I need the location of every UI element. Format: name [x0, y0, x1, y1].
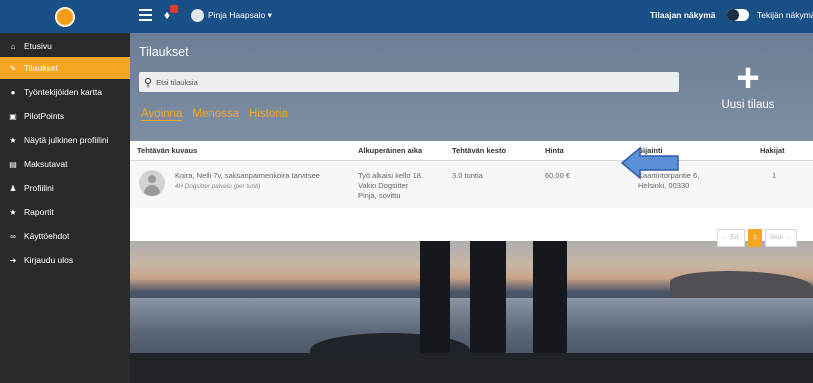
tab-avoinna[interactable]: Avoinna: [141, 108, 183, 121]
logo-area[interactable]: [0, 0, 130, 33]
original-time-cell: Työ alkaisi kello 18. Vakio Dogsitter Pi…: [358, 171, 423, 201]
location-line: Helsinki, 00330: [638, 181, 690, 190]
sidebar-item-profiilini[interactable]: ♟ Profiilini: [0, 177, 130, 199]
sidebar-item-label: Maksutavat: [24, 159, 68, 169]
toggle-knob: [727, 9, 739, 21]
time-line: Pinja, sovittu: [358, 191, 401, 200]
column-header[interactable]: Hakijat: [760, 146, 785, 155]
annotation-arrow-icon: [620, 146, 679, 180]
edit-icon: ✎: [9, 63, 17, 73]
sidebar-item-tilaukset[interactable]: ✎ Tilaukset: [0, 57, 130, 79]
pagination: ← Ed. 1 Seur →: [717, 229, 797, 247]
sidebar-item-label: Raportit: [24, 207, 54, 217]
sidebar-item-maksutavat[interactable]: ▤ Maksutavat: [0, 153, 130, 175]
new-order-button[interactable]: + Uusi tilaus: [713, 56, 783, 111]
sidebar-item-label: Profiilini: [24, 183, 54, 193]
user-avatar[interactable]: [191, 9, 204, 22]
task-description: Koira, Nelli 7v, saksanpaimenkoira tarvi…: [175, 171, 320, 180]
map-pin-icon: ●: [10, 87, 16, 97]
avatar: [139, 170, 165, 196]
new-order-label: Uusi tilaus: [721, 99, 775, 111]
background-hill: [670, 271, 813, 299]
user-name: Pinja Haapsalo: [208, 10, 266, 20]
column-header[interactable]: Tehtävän kesto: [452, 146, 506, 155]
handshake-icon: ∞: [10, 231, 16, 241]
silhouette-person: [533, 228, 567, 353]
menu-toggle-icon[interactable]: [139, 9, 152, 21]
client-view-label: Tilaajan näkymä: [650, 10, 716, 20]
time-line: Työ alkaisi kello 18.: [358, 171, 424, 180]
task-description-cell: Koira, Nelli 7v, saksanpaimenkoira tarvi…: [175, 171, 320, 192]
order-tabs: Avoinna Menossa Historia: [141, 108, 288, 121]
tab-menossa[interactable]: Menossa: [192, 108, 239, 121]
sidebar-item-kayttoehdot[interactable]: ∞ Käyttöehdot: [0, 225, 130, 247]
page-title: Tilaukset: [139, 45, 189, 59]
prev-page-button[interactable]: ← Ed.: [717, 229, 746, 247]
search-placeholder: Etsi tilauksia: [156, 77, 198, 87]
current-page-button[interactable]: 1: [748, 229, 762, 247]
app-logo-icon[interactable]: [55, 6, 75, 27]
sidebar-item-label: PilotPoints: [24, 111, 65, 121]
task-service: 4H Dogsitter palvelu (per tunti): [175, 183, 261, 190]
sidebar-item-label: Työntekijöiden kartta: [24, 87, 102, 97]
notification-badge: [170, 5, 178, 13]
sidebar-item-kirjaudu-ulos[interactable]: ➜ Kirjaudu ulos: [0, 249, 130, 271]
time-line: Vakio Dogsitter: [358, 181, 409, 190]
star-icon: ★: [9, 135, 17, 145]
worker-view-label: Tekijän näkymä: [757, 10, 813, 20]
column-header[interactable]: Tehtävän kuvaus: [137, 146, 197, 155]
orders-table: Tehtävän kuvaus Alkuperäinen aika Tehtäv…: [130, 141, 813, 241]
search-input[interactable]: ⚲ Etsi tilauksia: [139, 72, 679, 92]
sidebar: ⌂ Etusivu ✎ Tilaukset ● Työntekijöiden kart…: [0, 33, 130, 383]
sidebar-item-pilotpoints[interactable]: ▣ PilotPoints: [0, 105, 130, 127]
sidebar-item-tyontekijoiden-kartta[interactable]: ● Työntekijöiden kartta: [0, 81, 130, 103]
gift-icon: ▣: [9, 111, 17, 121]
sidebar-item-julkinen-profiili[interactable]: ★ Näytä julkinen profiilini: [0, 129, 130, 151]
logout-icon: ➜: [9, 255, 17, 265]
table-row[interactable]: Koira, Nelli 7v, saksanpaimenkoira tarvi…: [130, 162, 813, 208]
applicants-cell: 1: [772, 171, 777, 180]
sidebar-item-label: Tilaukset: [24, 63, 58, 73]
plus-icon: +: [736, 56, 760, 100]
credit-card-icon: ▤: [9, 159, 17, 169]
background-shore: [130, 353, 813, 383]
sidebar-item-label: Käyttöehdot: [24, 231, 70, 241]
silhouette-person: [420, 228, 450, 353]
chevron-down-icon: ▾: [267, 10, 272, 20]
column-header[interactable]: Alkuperäinen aika: [358, 146, 422, 155]
view-toggle[interactable]: [727, 9, 749, 21]
tab-historia[interactable]: Historia: [249, 108, 288, 121]
main-content: Tilaukset ⚲ Etsi tilauksia + Uusi tilaus…: [130, 33, 813, 383]
user-menu[interactable]: Pinja Haapsalo ▾: [208, 10, 272, 21]
star-icon: ★: [9, 207, 17, 217]
sidebar-item-etusivu[interactable]: ⌂ Etusivu: [0, 35, 130, 57]
sidebar-item-label: Kirjaudu ulos: [24, 255, 74, 265]
next-page-button[interactable]: Seur →: [764, 229, 797, 247]
table-header: Tehtävän kuvaus Alkuperäinen aika Tehtäv…: [130, 141, 813, 161]
home-icon: ⌂: [10, 41, 16, 51]
sidebar-item-raportit[interactable]: ★ Raportit: [0, 201, 130, 223]
sidebar-item-label: Näytä julkinen profiilini: [24, 135, 109, 145]
sidebar-item-label: Etusivu: [24, 41, 52, 51]
price-cell: 60.00 €: [545, 171, 571, 180]
column-header[interactable]: Hinta: [545, 146, 564, 155]
duration-cell: 3.0 tuntia: [452, 171, 483, 180]
user-icon: ♟: [9, 183, 17, 193]
search-icon: ⚲: [144, 76, 153, 89]
